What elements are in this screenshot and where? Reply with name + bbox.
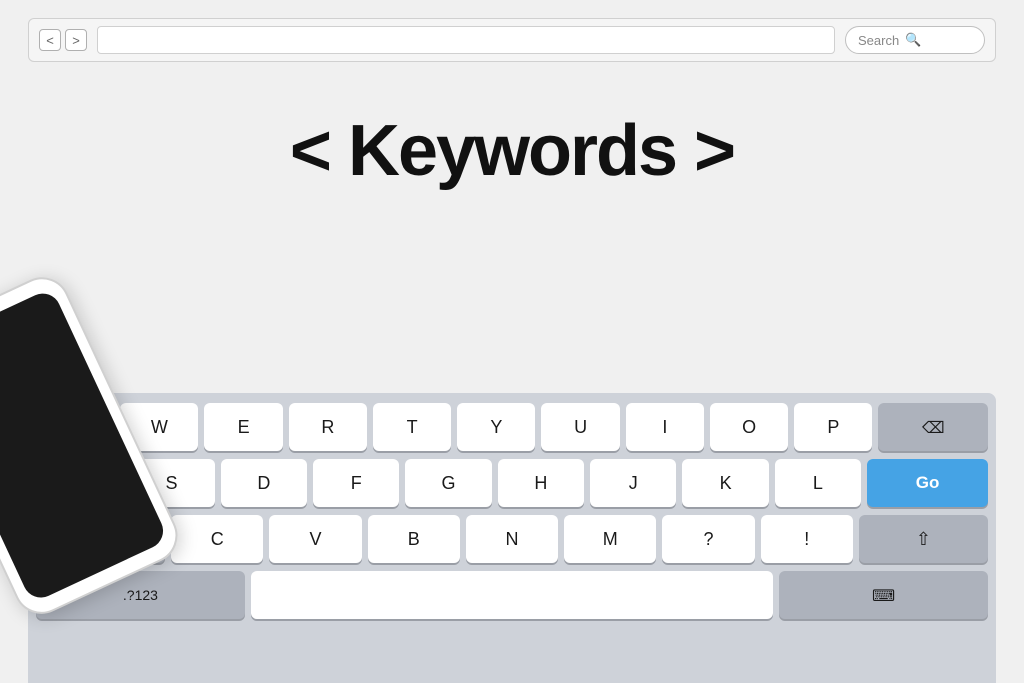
keyboard-row-1: Q W E R T Y U I O P — [36, 403, 988, 451]
keyboard-row-2: A S D F G H J K L Go — [36, 459, 988, 507]
key-question[interactable]: ? — [662, 515, 754, 563]
search-box[interactable]: Search 🔍 — [845, 26, 985, 54]
key-p[interactable]: P — [794, 403, 872, 451]
key-m[interactable]: M — [564, 515, 656, 563]
search-icon: 🔍 — [905, 32, 921, 48]
key-c[interactable]: C — [171, 515, 263, 563]
key-u[interactable]: U — [541, 403, 619, 451]
keywords-heading: < Keywords > — [0, 110, 1024, 192]
search-label: Search — [858, 33, 899, 48]
key-t[interactable]: T — [373, 403, 451, 451]
key-l[interactable]: L — [775, 459, 861, 507]
key-h[interactable]: H — [498, 459, 584, 507]
backspace-icon — [922, 417, 945, 438]
browser-bar: < > Search 🔍 — [28, 18, 996, 62]
key-g[interactable]: G — [405, 459, 491, 507]
key-o[interactable]: O — [710, 403, 788, 451]
key-r[interactable]: R — [289, 403, 367, 451]
shift-right-key[interactable] — [859, 515, 988, 563]
spacebar-key[interactable] — [251, 571, 773, 619]
key-v[interactable]: V — [269, 515, 361, 563]
key-d[interactable]: D — [221, 459, 307, 507]
back-button[interactable]: < — [39, 29, 61, 51]
keyboard-icon-key[interactable] — [779, 571, 988, 619]
nav-buttons: < > — [39, 29, 87, 51]
forward-button[interactable]: > — [65, 29, 87, 51]
backspace-key[interactable] — [878, 403, 988, 451]
key-k[interactable]: K — [682, 459, 768, 507]
key-b[interactable]: B — [368, 515, 460, 563]
keyboard-row-4: .?123 — [36, 571, 988, 619]
shift-right-icon — [916, 529, 931, 550]
key-y[interactable]: Y — [457, 403, 535, 451]
keyboard-switch-icon — [872, 585, 895, 606]
key-f[interactable]: F — [313, 459, 399, 507]
url-bar[interactable] — [97, 26, 835, 54]
go-key[interactable]: Go — [867, 459, 988, 507]
key-exclamation[interactable]: ! — [761, 515, 853, 563]
key-i[interactable]: I — [626, 403, 704, 451]
key-n[interactable]: N — [466, 515, 558, 563]
key-e[interactable]: E — [204, 403, 282, 451]
keyboard-row-3: C V B N M ? ! — [36, 515, 988, 563]
numbers-label: .?123 — [123, 587, 158, 603]
key-j[interactable]: J — [590, 459, 676, 507]
